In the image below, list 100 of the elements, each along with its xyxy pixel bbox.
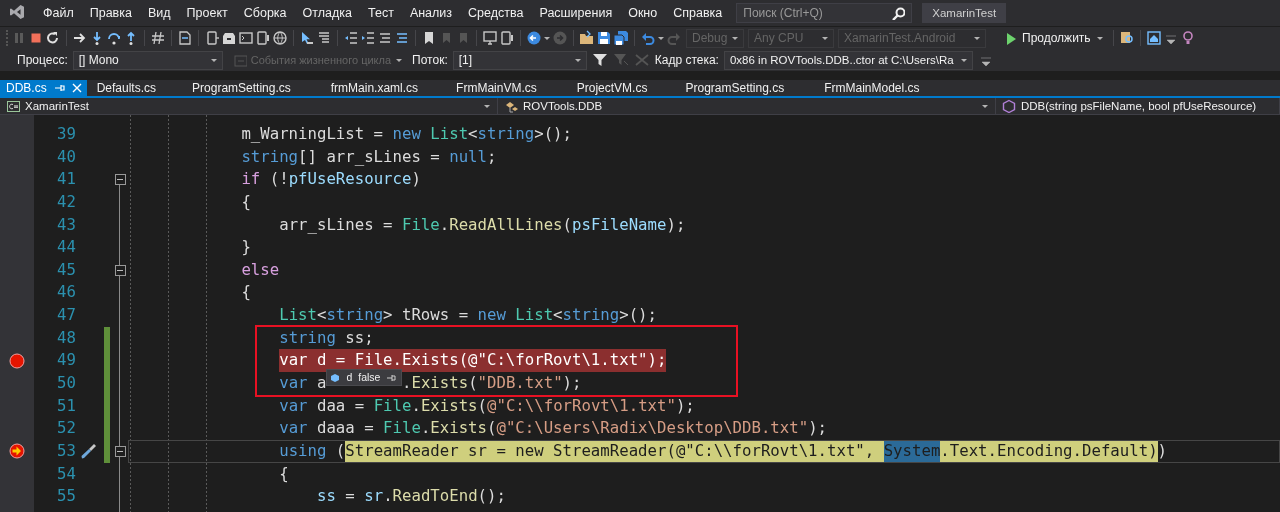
menu-item[interactable]: Отладка <box>294 3 360 23</box>
current-statement-icon[interactable] <box>9 443 25 460</box>
restart-icon[interactable] <box>45 30 61 46</box>
save-icon[interactable] <box>596 30 612 46</box>
back-icon[interactable] <box>526 30 542 46</box>
process-dropdown[interactable]: [] Mono <box>72 50 223 70</box>
code-token: Exists <box>411 372 469 395</box>
type-dropdown[interactable]: ROVTools.DDB <box>498 98 996 114</box>
menu-item[interactable]: Окно <box>620 3 666 23</box>
monitor-icon[interactable] <box>482 30 498 46</box>
collapse-button[interactable] <box>114 445 126 457</box>
editor-tab[interactable]: ProgramSetting.cs <box>679 80 819 96</box>
stack-frame-dropdown[interactable]: 0x86 in ROVTools.DDB..ctor at C:\Users\Ra <box>723 50 973 70</box>
menu-item[interactable]: Файл <box>35 3 82 23</box>
code-token: @"C:\\forRovt\1.txt" <box>487 394 676 417</box>
caret-icon <box>821 34 829 42</box>
menu-item[interactable]: Справка <box>665 3 731 23</box>
code-token: arr_sLines = <box>279 213 394 236</box>
method-icon <box>1002 99 1016 113</box>
code-token: File <box>373 394 412 417</box>
editor-tab[interactable]: DDB.cs <box>0 80 87 96</box>
indent-icon[interactable] <box>360 30 376 46</box>
screwdriver-icon[interactable] <box>80 442 98 461</box>
comment-icon[interactable] <box>377 30 393 46</box>
member-dropdown[interactable]: DDB(string psFileName, bool pfUseResource) <box>996 98 1280 114</box>
terminal-icon[interactable] <box>238 30 254 46</box>
outdent-icon[interactable] <box>343 30 359 46</box>
data-tip[interactable]: d false <box>326 369 402 387</box>
step-over-icon[interactable] <box>106 30 122 46</box>
search-icon <box>891 6 906 20</box>
menu-item[interactable]: Расширения <box>531 3 621 23</box>
menu-item[interactable]: Анализ <box>401 3 461 23</box>
code-token: . <box>439 213 450 236</box>
find-icon[interactable] <box>1118 30 1135 46</box>
code-token: @"C:\Users\Radix\Desktop\DDB.txt" <box>496 417 809 440</box>
code-token: var <box>279 372 308 395</box>
folder-icon[interactable] <box>579 30 595 46</box>
package-icon[interactable] <box>221 30 237 46</box>
close-icon[interactable] <box>70 82 83 94</box>
menu-item[interactable]: Сборка <box>235 3 295 23</box>
document-icon[interactable] <box>177 30 193 46</box>
caret-icon <box>573 56 582 64</box>
code-token: . <box>420 417 431 440</box>
menu-item[interactable]: Вид <box>139 3 179 23</box>
thread-dropdown[interactable]: [1] <box>452 50 587 70</box>
menu-item[interactable]: Средства <box>460 3 532 23</box>
line-number: 46 <box>56 281 77 304</box>
code-token: var <box>279 417 308 440</box>
code-token: ( <box>487 417 497 440</box>
editor-tab[interactable]: frmMain.xaml.cs <box>324 80 451 96</box>
line-number: 47 <box>56 304 77 327</box>
code-token: if <box>241 168 261 191</box>
code-token: = <box>344 485 356 508</box>
code-token: .Text.Encoding.Default) <box>940 439 1158 463</box>
code-token: { <box>279 462 289 485</box>
device-icon[interactable] <box>204 30 220 46</box>
editor-tab[interactable]: Defaults.cs <box>90 80 187 96</box>
editor-tab[interactable]: ProjectVM.cs <box>570 80 680 96</box>
stack-frame-label: Кадр стека: <box>654 53 719 67</box>
project-dropdown[interactable]: XamarinTest <box>0 98 498 114</box>
menu-item[interactable]: Тест <box>360 3 402 23</box>
editor-tab[interactable]: FrmMainVM.cs <box>450 80 571 96</box>
continue-button[interactable]: Продолжить <box>999 31 1108 45</box>
code-token: File <box>383 417 421 440</box>
breakpoint-icon[interactable] <box>9 352 25 369</box>
editor-tab[interactable]: ProgramSetting.cs <box>186 80 325 96</box>
line-number: 54 <box>56 462 77 485</box>
filter-icon[interactable] <box>591 52 608 68</box>
menu-item[interactable]: Проект <box>178 3 236 23</box>
uncomment-icon[interactable] <box>394 30 410 46</box>
globe-icon[interactable] <box>272 30 288 46</box>
pin-icon[interactable] <box>386 372 397 383</box>
cursor-icon[interactable] <box>299 30 315 46</box>
phone-icon[interactable] <box>499 30 515 46</box>
editor-tab[interactable]: FrmMainModel.cs <box>818 80 950 96</box>
code-token: Exists <box>420 394 478 417</box>
hash-icon[interactable] <box>150 30 166 46</box>
code-token: . <box>383 485 393 508</box>
code-token: ) <box>411 168 421 191</box>
line-number: 48 <box>56 326 77 349</box>
code-token: ( <box>477 394 487 417</box>
caret-icon <box>395 56 404 64</box>
code-token: (! <box>268 168 289 191</box>
code-token: string <box>562 304 620 327</box>
line-number: 44 <box>56 236 77 259</box>
phone-icon[interactable] <box>255 30 271 46</box>
menu-item[interactable]: Правка <box>81 3 140 23</box>
collapse-button[interactable] <box>114 264 126 276</box>
home-icon[interactable] <box>1145 30 1162 46</box>
save-all-icon[interactable] <box>613 30 629 46</box>
list-icon[interactable] <box>316 30 332 46</box>
code-token: var d = File.Exists(@"C:\forRovt\1.txt"); <box>279 349 667 373</box>
caret-icon <box>657 34 665 42</box>
code-token: m_WarningList = <box>241 123 385 145</box>
search-field[interactable]: Поиск (Ctrl+Q) <box>736 3 913 23</box>
code-token: } <box>241 236 251 259</box>
collapse-button[interactable] <box>114 174 126 186</box>
caret-icon <box>973 34 981 42</box>
line-number: 52 <box>56 417 77 440</box>
pin-icon[interactable] <box>52 82 65 94</box>
